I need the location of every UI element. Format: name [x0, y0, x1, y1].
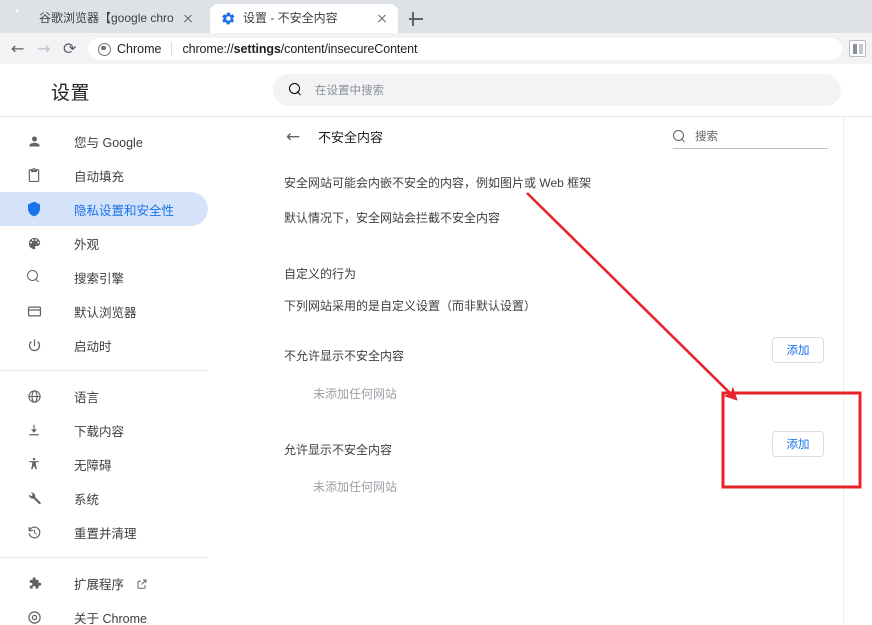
description-line-2: 默认情况下，安全网站会拦截不安全内容: [284, 211, 501, 225]
back-arrow-icon: ←: [11, 39, 25, 58]
chrome-logo-icon: [17, 11, 32, 26]
sidebar-item-you-and-google[interactable]: 您与 Google: [0, 124, 208, 158]
power-icon: [24, 335, 44, 355]
globe-icon: [24, 386, 44, 406]
sidebar-item-downloads[interactable]: 下载内容: [0, 413, 208, 447]
sidebar-item-default-browser[interactable]: 默认浏览器: [0, 294, 208, 328]
sidebar-item-label: 外观: [74, 237, 100, 252]
sidebar-item-label: 语言: [74, 390, 100, 405]
content-card-edge: [843, 117, 844, 625]
address-bar[interactable]: Chrome chrome://settings/content/insecur…: [88, 38, 842, 60]
search-placeholder: 在设置中搜索: [315, 85, 384, 97]
close-icon[interactable]: [181, 12, 195, 26]
url-suffix: /content/insecureContent: [280, 42, 418, 56]
close-icon[interactable]: [375, 12, 389, 26]
gear-icon: [221, 11, 236, 26]
clipboard-icon: [24, 165, 44, 185]
empty-list-note-allow: 未添加任何网站: [313, 480, 398, 494]
add-button-label: 添加: [786, 345, 810, 357]
section-label-allow: 允许显示不安全内容: [284, 443, 393, 457]
search-icon: [289, 83, 303, 97]
empty-list-note-block: 未添加任何网站: [313, 387, 398, 401]
tab-strip: 谷歌浏览器【google chrome】 设置 - 不安全内容: [0, 0, 872, 33]
sidebar-item-label: 自动填充: [74, 169, 125, 184]
sidebar-item-label: 无障碍: [74, 458, 112, 473]
chrome-outline-icon: [24, 607, 44, 625]
sidebar-item-system[interactable]: 系统: [0, 481, 208, 515]
chrome-outline-icon: [98, 42, 111, 56]
omnibox-url: chrome://settings/content/insecureConten…: [182, 42, 417, 56]
tab-settings[interactable]: 设置 - 不安全内容: [210, 4, 398, 33]
sidebar-item-about-chrome[interactable]: 关于 Chrome: [0, 600, 208, 625]
sidebar-item-label: 关于 Chrome: [74, 611, 147, 625]
window-icon: [24, 301, 44, 321]
sidebar-item-languages[interactable]: 语言: [0, 379, 208, 413]
new-tab-button[interactable]: [406, 9, 426, 29]
settings-content: ← 不安全内容 搜索 安全网站可能会内嵌不安全的内容，例如图片或 Web 框架 …: [270, 117, 872, 625]
palette-icon: [24, 233, 44, 253]
content-page-title: 不安全内容: [318, 130, 384, 145]
add-button-block[interactable]: 添加: [772, 337, 824, 363]
back-button[interactable]: ←: [11, 41, 27, 57]
sidebar-section-divider: [0, 557, 208, 558]
sidebar-item-reset-and-cleanup[interactable]: 重置并清理: [0, 515, 208, 549]
sidebar-item-autofill[interactable]: 自动填充: [0, 158, 208, 192]
sidebar-item-label: 重置并清理: [74, 526, 137, 541]
puzzle-icon: [24, 573, 44, 593]
sidebar-item-label: 搜索引擎: [74, 271, 125, 286]
browser-toolbar: ← → ⟳ Chrome chrome://settings/content/i…: [0, 33, 872, 64]
custom-behavior-subtext: 下列网站采用的是自定义设置（而非默认设置）: [284, 299, 537, 313]
sidebar-item-search-engine[interactable]: 搜索引擎: [0, 260, 208, 294]
content-search-input[interactable]: 搜索: [673, 128, 828, 149]
description-line-1: 安全网站可能会内嵌不安全的内容，例如图片或 Web 框架: [284, 176, 592, 190]
sidebar-section-divider: [0, 370, 208, 371]
sidebar-item-label: 系统: [74, 492, 100, 507]
sidebar-item-privacy-and-security[interactable]: 隐私设置和安全性: [0, 192, 208, 226]
download-icon: [24, 420, 44, 440]
add-button-allow[interactable]: 添加: [772, 431, 824, 457]
content-search-label: 搜索: [695, 131, 718, 143]
settings-sidebar: 您与 Google 自动填充 隐私设置和安全性 外观 搜索引擎 默认浏览器 启动…: [0, 117, 270, 625]
tab-title: 设置 - 不安全内容: [243, 11, 338, 25]
reload-button[interactable]: ⟳: [63, 41, 79, 57]
sidebar-item-label: 默认浏览器: [74, 305, 137, 320]
sidebar-item-accessibility[interactable]: 无障碍: [0, 447, 208, 481]
accessibility-icon: [24, 454, 44, 474]
settings-search-input[interactable]: 在设置中搜索: [273, 74, 841, 106]
browser-window: 谷歌浏览器【google chrome】 设置 - 不安全内容 ← → ⟳: [0, 0, 872, 625]
back-arrow-icon[interactable]: ←: [284, 128, 302, 146]
sidebar-item-on-startup[interactable]: 启动时: [0, 328, 208, 362]
extensions-icon[interactable]: [849, 40, 866, 57]
restore-icon: [24, 522, 44, 542]
sidebar-item-label: 隐私设置和安全性: [74, 203, 175, 218]
reload-icon: ⟳: [63, 39, 77, 58]
tab-title: 谷歌浏览器【google chrome】: [39, 11, 174, 25]
sidebar-item-label: 启动时: [74, 339, 112, 354]
forward-button[interactable]: →: [37, 41, 53, 57]
chrome-logo-icon: [14, 80, 38, 104]
sidebar-item-extensions[interactable]: 扩展程序: [0, 566, 208, 600]
page-title: 设置: [51, 83, 91, 104]
search-icon: [673, 130, 687, 144]
custom-behavior-heading: 自定义的行为: [284, 267, 357, 281]
forward-arrow-icon: →: [37, 39, 51, 58]
omnibox-chip-label: Chrome: [117, 42, 162, 56]
url-prefix: chrome://: [182, 42, 234, 56]
person-icon: [24, 131, 44, 151]
settings-brand: 设置: [14, 78, 90, 105]
add-button-label: 添加: [786, 439, 810, 451]
search-icon: [24, 267, 44, 287]
wrench-icon: [24, 488, 44, 508]
external-link-icon: [136, 577, 148, 589]
sidebar-item-label: 扩展程序: [74, 577, 125, 592]
shield-icon: [24, 199, 44, 219]
omnibox-divider: [171, 42, 173, 56]
url-bold-segment: settings: [233, 42, 281, 56]
content-page-header: ← 不安全内容: [284, 127, 383, 146]
section-label-block: 不允许显示不安全内容: [284, 349, 405, 363]
sidebar-item-label: 您与 Google: [74, 135, 143, 150]
sidebar-item-label: 下载内容: [74, 424, 125, 439]
sidebar-item-appearance[interactable]: 外观: [0, 226, 208, 260]
tab-google-chrome[interactable]: 谷歌浏览器【google chrome】: [6, 4, 204, 33]
